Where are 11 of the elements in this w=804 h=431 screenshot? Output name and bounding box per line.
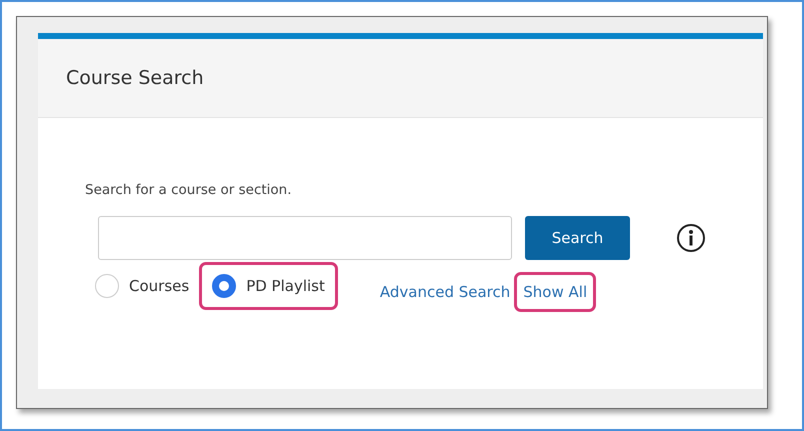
search-description: Search for a course or section. bbox=[85, 181, 293, 200]
search-button[interactable]: Search bbox=[525, 216, 630, 260]
radio-option[interactable]: Courses bbox=[89, 262, 196, 310]
highlighted-link[interactable]: Show All bbox=[514, 272, 596, 312]
radio-button[interactable] bbox=[95, 274, 119, 298]
info-icon[interactable] bbox=[676, 223, 706, 254]
panel-title: Course Search bbox=[66, 66, 204, 91]
link[interactable]: Advanced Search bbox=[380, 272, 510, 312]
radio-button[interactable] bbox=[212, 274, 236, 298]
search-field[interactable] bbox=[98, 216, 512, 260]
highlighted-radio-option[interactable]: PD Playlist bbox=[199, 262, 338, 310]
